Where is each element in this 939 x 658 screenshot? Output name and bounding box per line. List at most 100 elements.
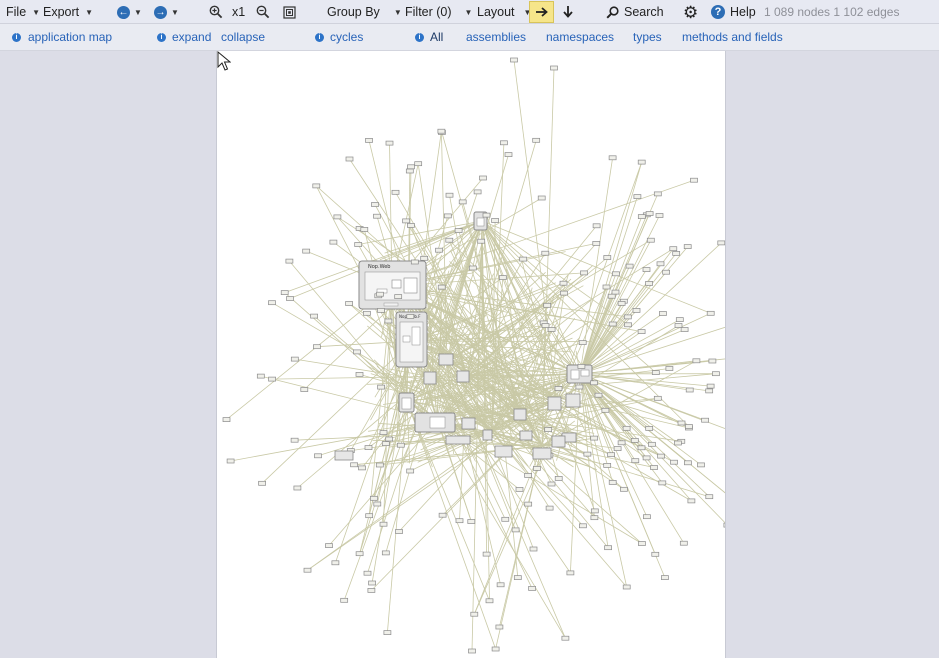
graph-node[interactable] bbox=[590, 435, 599, 441]
info-icon[interactable]: i bbox=[415, 24, 424, 50]
graph-node[interactable] bbox=[685, 387, 694, 393]
graph-node[interactable] bbox=[345, 156, 354, 162]
help-button[interactable]: ? Help bbox=[711, 0, 756, 24]
graph-node[interactable] bbox=[468, 648, 476, 654]
graph-node[interactable] bbox=[454, 228, 463, 233]
graph-node[interactable] bbox=[437, 284, 446, 290]
methods-and-fields-link[interactable]: methods and fields bbox=[682, 24, 783, 50]
graph-node[interactable] bbox=[367, 588, 376, 593]
graph-node[interactable] bbox=[515, 487, 524, 492]
graph-node[interactable] bbox=[529, 546, 538, 552]
graph-node[interactable] bbox=[513, 408, 527, 421]
graph-node[interactable] bbox=[314, 453, 322, 459]
graph-node[interactable] bbox=[653, 191, 662, 197]
graph-node[interactable] bbox=[683, 244, 692, 249]
graph-node[interactable] bbox=[329, 239, 338, 245]
graph-node[interactable] bbox=[501, 516, 510, 522]
graph-node[interactable] bbox=[435, 247, 443, 253]
graph-node[interactable] bbox=[532, 447, 552, 460]
graph-node[interactable] bbox=[690, 177, 698, 183]
graph-node[interactable] bbox=[365, 513, 374, 519]
graph-node[interactable] bbox=[697, 462, 705, 468]
graph-node[interactable] bbox=[612, 271, 620, 277]
graph-node[interactable] bbox=[445, 237, 454, 243]
graph-node[interactable] bbox=[611, 289, 620, 295]
graph-node[interactable] bbox=[648, 441, 656, 447]
graph-node[interactable] bbox=[383, 630, 392, 635]
graph-node[interactable] bbox=[662, 269, 670, 275]
graph-node[interactable] bbox=[672, 251, 681, 256]
graph-node[interactable] bbox=[355, 372, 364, 377]
graph-group-nop-web[interactable]: Nop.Web bbox=[358, 260, 427, 310]
graph-node[interactable] bbox=[547, 327, 556, 332]
graph-node[interactable] bbox=[524, 473, 532, 478]
info-icon[interactable]: i bbox=[12, 24, 21, 50]
graph-node[interactable] bbox=[368, 580, 376, 586]
graph-node[interactable] bbox=[458, 199, 467, 205]
layout-menu[interactable]: Layout ▼ bbox=[477, 0, 531, 24]
graph-node[interactable] bbox=[375, 462, 384, 468]
graph-node[interactable] bbox=[363, 570, 372, 576]
graph-node[interactable] bbox=[334, 450, 354, 461]
graph-node[interactable] bbox=[645, 211, 654, 216]
graph-node[interactable] bbox=[473, 189, 482, 195]
graph-node[interactable] bbox=[608, 480, 617, 485]
graph-node[interactable] bbox=[494, 445, 513, 458]
graph-node[interactable] bbox=[623, 314, 632, 320]
graph-node[interactable] bbox=[637, 159, 646, 165]
graph-node[interactable] bbox=[717, 240, 725, 246]
graph-node[interactable] bbox=[358, 465, 366, 471]
graph-node[interactable] bbox=[402, 218, 410, 224]
graph-node[interactable] bbox=[461, 417, 476, 430]
graph-node[interactable] bbox=[642, 267, 651, 272]
graph-node[interactable] bbox=[603, 463, 612, 468]
graph-node[interactable] bbox=[438, 512, 447, 518]
graph-node[interactable] bbox=[561, 635, 570, 641]
graph-node[interactable] bbox=[638, 541, 646, 546]
graph-node[interactable] bbox=[286, 296, 294, 301]
graph-node[interactable] bbox=[645, 281, 653, 286]
graph-node[interactable] bbox=[680, 327, 689, 332]
graph-node[interactable] bbox=[379, 430, 388, 435]
graph-node[interactable] bbox=[590, 508, 599, 514]
graph-node[interactable] bbox=[376, 291, 384, 297]
graph-node[interactable] bbox=[396, 442, 405, 448]
graph-group-nop-web-f[interactable]: Nop.Web.F bbox=[395, 311, 428, 368]
graph-node[interactable] bbox=[504, 152, 513, 157]
graph-node[interactable] bbox=[302, 248, 311, 254]
application-map-link[interactable]: application map bbox=[28, 24, 112, 50]
graph-node[interactable] bbox=[303, 567, 312, 573]
collapse-link[interactable]: collapse bbox=[221, 24, 265, 50]
graph-node[interactable] bbox=[544, 427, 553, 432]
back-button[interactable]: ← ▼ bbox=[117, 0, 142, 24]
graph-node[interactable] bbox=[532, 137, 541, 143]
settings-button[interactable]: ⚙ bbox=[683, 0, 698, 24]
graph-node[interactable] bbox=[394, 294, 403, 299]
graph-node[interactable] bbox=[423, 371, 437, 385]
graph-node[interactable] bbox=[608, 321, 617, 327]
graph-node[interactable] bbox=[354, 242, 363, 247]
graph-node[interactable] bbox=[482, 212, 491, 218]
graph-node[interactable] bbox=[491, 646, 500, 652]
expand-link[interactable]: expand bbox=[172, 24, 211, 50]
graph-node[interactable] bbox=[545, 505, 554, 511]
dependency-graph[interactable]: Nop.Web Nop.Web.F bbox=[217, 51, 726, 658]
graph-node[interactable] bbox=[620, 486, 628, 492]
graph-node[interactable] bbox=[551, 435, 566, 448]
graph-node[interactable] bbox=[655, 213, 664, 218]
graph-node[interactable] bbox=[646, 237, 655, 243]
graph-node[interactable] bbox=[643, 514, 651, 520]
graph-node[interactable] bbox=[554, 386, 563, 391]
graph-node[interactable] bbox=[550, 65, 558, 71]
graph-node[interactable] bbox=[706, 310, 715, 316]
graph-node[interactable] bbox=[630, 438, 639, 443]
graph-node[interactable] bbox=[456, 370, 470, 383]
graph-node[interactable] bbox=[637, 214, 646, 219]
zoom-in-button[interactable] bbox=[209, 0, 223, 24]
graph-node[interactable] bbox=[350, 462, 358, 468]
namespaces-link[interactable]: namespaces bbox=[546, 24, 614, 50]
graph-node[interactable] bbox=[485, 598, 494, 604]
graph-node[interactable] bbox=[637, 445, 646, 451]
graph-node[interactable] bbox=[524, 501, 533, 507]
graph-node[interactable] bbox=[498, 275, 507, 280]
